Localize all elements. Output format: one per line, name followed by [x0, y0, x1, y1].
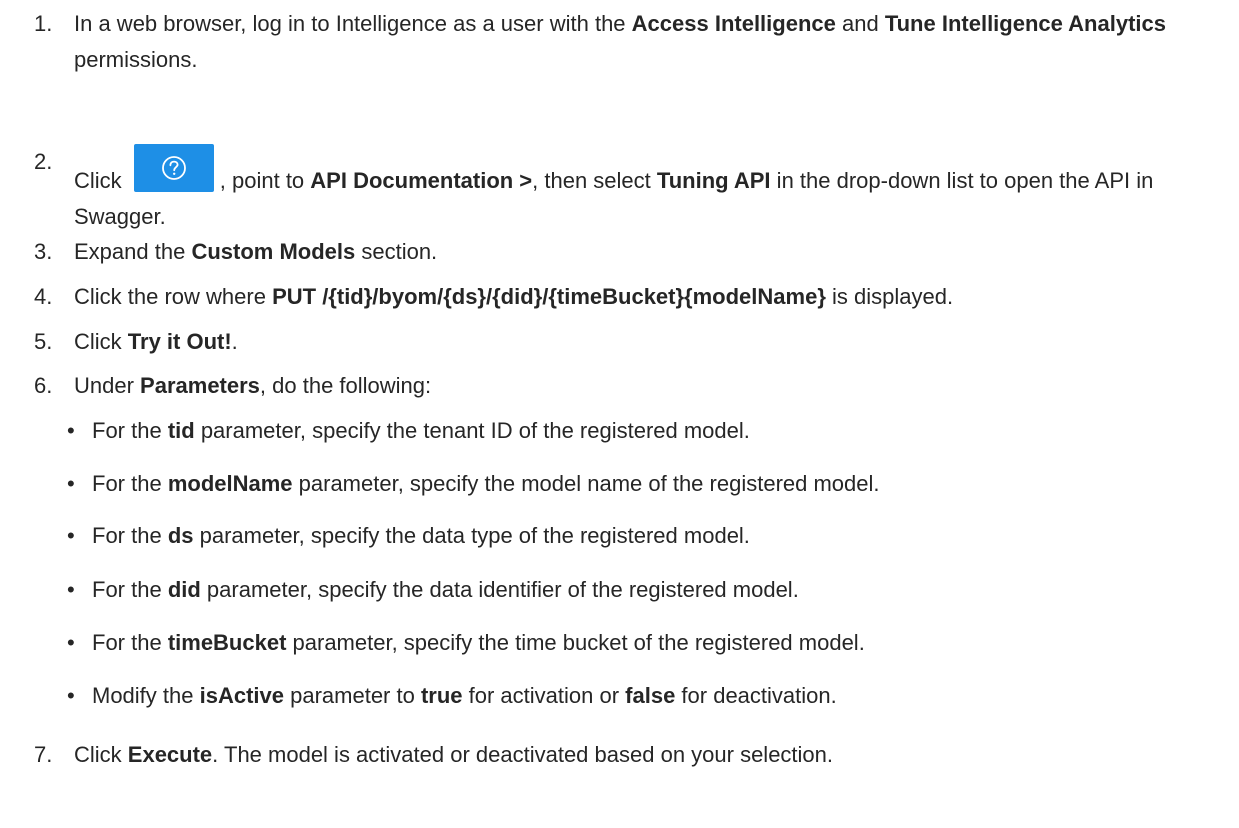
bullet-marker: •: [67, 577, 75, 602]
step-text: In a web browser, log in to Intelligence…: [74, 6, 1209, 78]
step-number: 7.: [34, 742, 53, 767]
parameter-value: false: [625, 683, 676, 708]
help-button[interactable]: [133, 144, 214, 192]
text-run: In a web browser, log in to Intelligence…: [74, 11, 632, 36]
section-name: Parameters: [140, 373, 260, 398]
text-run: Modify the: [92, 683, 200, 708]
step-number: 6.: [34, 373, 53, 398]
text-run: parameter, specify the tenant ID of the …: [194, 418, 750, 443]
parameter-name: tid: [167, 418, 195, 443]
text-run: Click: [74, 168, 128, 193]
bullet-did: • For the did parameter, specify the dat…: [67, 572, 1219, 608]
text-run: Under: [74, 373, 141, 398]
text-run: Click the row where: [74, 284, 273, 309]
bullet-marker: •: [67, 523, 75, 548]
bullet-marker: •: [67, 630, 75, 655]
text-run: parameter, specify the model name of the…: [292, 471, 880, 496]
text-run: For the: [92, 471, 168, 496]
text-run: parameter to: [284, 683, 421, 708]
step-2: 2. Click , point to API Documentation >,…: [34, 144, 1209, 235]
bullet-modelname: • For the modelName parameter, specify t…: [67, 466, 1219, 502]
text-run: for deactivation.: [675, 683, 837, 708]
text-run: parameter, specify the data type of the …: [193, 523, 750, 548]
text-run: Click: [74, 329, 128, 354]
step-number: 2.: [34, 149, 53, 174]
text-run: for activation or: [462, 683, 626, 708]
button-name: Execute: [127, 742, 213, 767]
text-run: parameter, specify the time bucket of th…: [286, 630, 865, 655]
text-run: , then select: [532, 168, 657, 193]
menu-item-name: Tuning API: [656, 168, 771, 193]
step-1: 1. In a web browser, log in to Intellige…: [34, 6, 1209, 78]
step-text: Click Execute. The model is activated or…: [74, 737, 1209, 773]
endpoint-path: PUT /{tid}/byom/{ds}/{did}/{timeBucket}{…: [272, 284, 826, 309]
bullet-ds: • For the ds parameter, specify the data…: [67, 518, 1219, 554]
text-run: For the: [92, 577, 168, 602]
bullet-tid: • For the tid parameter, specify the ten…: [67, 413, 1219, 449]
bullet-marker: •: [67, 683, 75, 708]
step-text: Expand the Custom Models section.: [74, 234, 1209, 270]
parameter-name: did: [167, 577, 201, 602]
step-6: 6. Under Parameters, do the following:: [34, 368, 1209, 404]
step-text: Click , point to API Documentation >, th…: [74, 144, 1209, 235]
permission-name: Tune Intelligence Analytics: [884, 11, 1166, 36]
step-3: 3. Expand the Custom Models section.: [34, 234, 1209, 270]
step-text: Under Parameters, do the following:: [74, 368, 1209, 404]
text-run: is displayed.: [825, 284, 954, 309]
bullet-isactive: • Modify the isActive parameter to true …: [67, 678, 1219, 714]
text-run: section.: [355, 239, 438, 264]
text-run: .: [231, 329, 238, 354]
help-icon: [161, 156, 186, 180]
step-number: 1.: [34, 11, 53, 36]
step-4: 4. Click the row where PUT /{tid}/byom/{…: [34, 279, 1209, 315]
text-run: Expand the: [74, 239, 192, 264]
step-7: 7. Click Execute. The model is activated…: [34, 737, 1209, 773]
parameter-name: ds: [167, 523, 194, 548]
menu-path: API Documentation >: [310, 168, 533, 193]
button-name: Try it Out!: [127, 329, 232, 354]
parameter-value: true: [420, 683, 463, 708]
permission-name: Access Intelligence: [631, 11, 836, 36]
step-number: 5.: [34, 329, 53, 354]
text-run: For the: [92, 630, 168, 655]
text-run: For the: [92, 523, 168, 548]
section-name: Custom Models: [191, 239, 356, 264]
step-text: Click Try it Out!.: [74, 324, 1209, 360]
text-run: . The model is activated or deactivated …: [212, 742, 834, 767]
bullet-marker: •: [67, 418, 75, 443]
step-number: 4.: [34, 284, 53, 309]
text-run: parameter, specify the data identifier o…: [200, 577, 799, 602]
parameter-name: modelName: [167, 471, 293, 496]
text-run: and: [835, 11, 885, 36]
text-run: , do the following:: [259, 373, 432, 398]
step-number: 3.: [34, 239, 53, 264]
parameter-name: timeBucket: [167, 630, 287, 655]
text-run: For the: [92, 418, 168, 443]
parameter-name: isActive: [199, 683, 284, 708]
bullet-timebucket: • For the timeBucket parameter, specify …: [67, 625, 1219, 661]
step-5: 5. Click Try it Out!.: [34, 324, 1209, 360]
bullet-marker: •: [67, 471, 75, 496]
text-run: Click: [74, 742, 128, 767]
text-run: , point to: [219, 168, 311, 193]
text-run: permissions.: [74, 47, 198, 72]
step-text: Click the row where PUT /{tid}/byom/{ds}…: [74, 279, 1209, 315]
